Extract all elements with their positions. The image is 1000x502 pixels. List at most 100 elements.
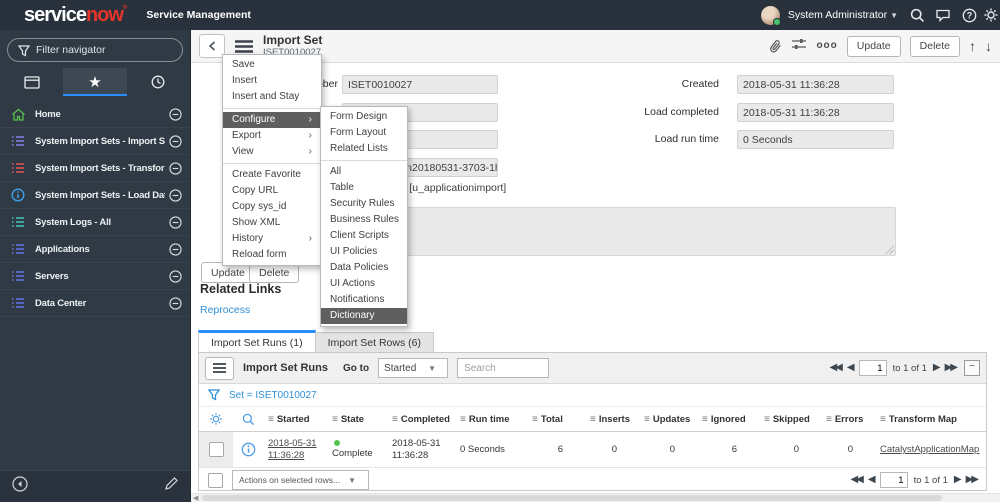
tab-all-applications[interactable] (0, 68, 63, 96)
scroll-left-icon[interactable]: ◀ (193, 495, 198, 502)
horizontal-scrollbar[interactable]: ◀ (191, 493, 1000, 502)
column-header-state[interactable]: ≡ State (327, 414, 387, 425)
sidebar-item-data-center[interactable]: Data Center (0, 290, 190, 317)
remove-favorite-icon[interactable] (169, 161, 182, 175)
submenu-item-client-scripts[interactable]: Client Scripts (321, 228, 407, 244)
remove-favorite-icon[interactable] (169, 107, 182, 121)
list-search-input[interactable] (457, 358, 550, 378)
column-header-ignored[interactable]: ≡ Ignored (697, 414, 759, 425)
remove-favorite-icon[interactable] (169, 269, 182, 283)
page-number-input[interactable] (879, 472, 908, 488)
menu-item-create-favorite[interactable]: Create Favorite (223, 167, 321, 183)
menu-item-save[interactable]: Save (223, 57, 321, 73)
personalize-form-sliders-icon[interactable] (791, 37, 807, 56)
sidebar-item-load-data[interactable]: System Import Sets - Load Data (0, 182, 190, 209)
next-record-icon[interactable]: ↓ (985, 39, 992, 53)
sidebar-item-applications[interactable]: Applications (0, 236, 190, 263)
remove-favorite-icon[interactable] (169, 134, 182, 148)
collapse-navigator-icon[interactable] (12, 476, 28, 497)
submenu-item-data-policies[interactable]: Data Policies (321, 260, 407, 276)
list-context-menu-icon[interactable] (205, 356, 234, 380)
previous-record-icon[interactable]: ↑ (969, 39, 976, 53)
submenu-item-notifications[interactable]: Notifications (321, 292, 407, 308)
column-header-errors[interactable]: ≡ Errors (821, 414, 875, 425)
column-header-started[interactable]: ≡ Started (263, 414, 327, 425)
submenu-item-business-rules[interactable]: Business Rules (321, 212, 407, 228)
edit-favorites-pencil-icon[interactable] (164, 477, 178, 496)
form-context-menu-icon[interactable] (235, 39, 253, 53)
submenu-item-table[interactable]: Table (321, 180, 407, 196)
settings-gear-icon[interactable] (982, 7, 1000, 23)
remove-favorite-icon[interactable] (169, 296, 182, 310)
submenu-item-form-layout[interactable]: Form Layout (321, 125, 407, 141)
remove-favorite-icon[interactable] (169, 242, 182, 256)
first-page-icon[interactable]: ◀◀ (850, 475, 863, 485)
column-header-completed[interactable]: ≡ Completed (387, 414, 455, 425)
sidebar-item-transform-maps[interactable]: System Import Sets - Transform... (0, 155, 190, 182)
user-menu-caret-icon[interactable]: ▼ (890, 11, 898, 20)
submenu-item-dictionary[interactable]: Dictionary (321, 308, 407, 324)
sidebar-item-system-logs[interactable]: System Logs - All (0, 209, 190, 236)
submenu-item-related-lists[interactable]: Related Lists (321, 141, 407, 157)
breadcrumb-funnel-icon[interactable] (208, 389, 220, 401)
sidebar-item-servers[interactable]: Servers (0, 263, 190, 290)
tab-favorites[interactable]: ★ (63, 68, 127, 96)
menu-item-copy-url[interactable]: Copy URL (223, 183, 321, 199)
breadcrumb-filter-text[interactable]: Set = ISET0010027 (229, 390, 317, 401)
tab-history[interactable] (127, 68, 190, 96)
submenu-item-ui-actions[interactable]: UI Actions (321, 276, 407, 292)
tab-import-set-runs[interactable]: Import Set Runs (1) (198, 330, 316, 353)
user-avatar[interactable] (760, 5, 781, 26)
column-search-icon[interactable] (233, 413, 263, 426)
remove-favorite-icon[interactable] (169, 188, 182, 202)
help-icon[interactable]: ? (956, 8, 982, 23)
user-menu[interactable]: System Administrator (788, 9, 887, 21)
menu-item-insert-and-stay[interactable]: Insert and Stay (223, 89, 321, 105)
filter-navigator-input[interactable] (7, 38, 183, 62)
load-completed-field[interactable]: 2018-05-31 11:36:28 (737, 103, 894, 122)
global-search-icon[interactable] (904, 8, 930, 23)
select-all-checkbox[interactable] (208, 472, 223, 488)
minimize-list-icon[interactable]: − (964, 360, 980, 376)
actions-on-selected-rows-select[interactable]: Actions on selected rows... ▼ (232, 470, 370, 490)
submenu-item-all[interactable]: All (321, 164, 407, 180)
previous-page-icon[interactable]: ◀ (868, 475, 876, 485)
next-page-icon[interactable]: ▶ (954, 475, 962, 485)
column-header-run-time[interactable]: ≡ Run time (455, 414, 527, 425)
menu-item-show-xml[interactable]: Show XML (223, 215, 321, 231)
submenu-item-ui-policies[interactable]: UI Policies (321, 244, 407, 260)
message-textarea[interactable] (342, 207, 896, 256)
row-transform-map-link[interactable]: CatalystApplicationMap (875, 432, 986, 467)
menu-item-copy-sys-id[interactable]: Copy sys_id (223, 199, 321, 215)
sidebar-item-import-sets[interactable]: System Import Sets - Import Sets (0, 128, 190, 155)
column-header-skipped[interactable]: ≡ Skipped (759, 414, 821, 425)
reprocess-link[interactable]: Reprocess (200, 304, 250, 316)
last-page-icon[interactable]: ▶▶ (966, 475, 979, 485)
tab-import-set-rows[interactable]: Import Set Rows (6) (315, 332, 434, 353)
row-checkbox[interactable] (208, 442, 224, 457)
delete-button[interactable]: Delete (909, 35, 960, 57)
row-info-icon[interactable] (233, 432, 263, 467)
list-settings-gear-icon[interactable] (199, 412, 233, 426)
menu-item-configure[interactable]: Configure › (223, 112, 321, 128)
menu-item-view[interactable]: View › (223, 144, 321, 160)
first-page-icon[interactable]: ◀◀ (829, 363, 842, 373)
goto-column-select[interactable]: Started ▼ (378, 358, 449, 378)
column-header-updates[interactable]: ≡ Updates (639, 414, 697, 425)
remove-favorite-icon[interactable] (169, 215, 182, 229)
update-button[interactable]: Update (846, 35, 901, 57)
last-page-icon[interactable]: ▶▶ (945, 363, 958, 373)
row-started-link[interactable]: 2018-05-31 11:36:28 (263, 432, 327, 467)
previous-page-icon[interactable]: ◀ (847, 363, 855, 373)
number-field[interactable]: ISET0010027 (342, 75, 498, 94)
created-field[interactable]: 2018-05-31 11:36:28 (737, 75, 894, 94)
column-header-transform-map[interactable]: ≡ Transform Map (875, 414, 986, 425)
menu-item-export[interactable]: Export › (223, 128, 321, 144)
attachment-paperclip-icon[interactable] (766, 36, 785, 56)
connect-chat-icon[interactable] (930, 8, 956, 22)
menu-item-history[interactable]: History › (223, 231, 321, 247)
submenu-item-form-design[interactable]: Form Design (321, 109, 407, 125)
menu-item-insert[interactable]: Insert (223, 73, 321, 89)
column-header-inserts[interactable]: ≡ Inserts (585, 414, 639, 425)
more-options-icon[interactable]: ooo (816, 41, 837, 51)
